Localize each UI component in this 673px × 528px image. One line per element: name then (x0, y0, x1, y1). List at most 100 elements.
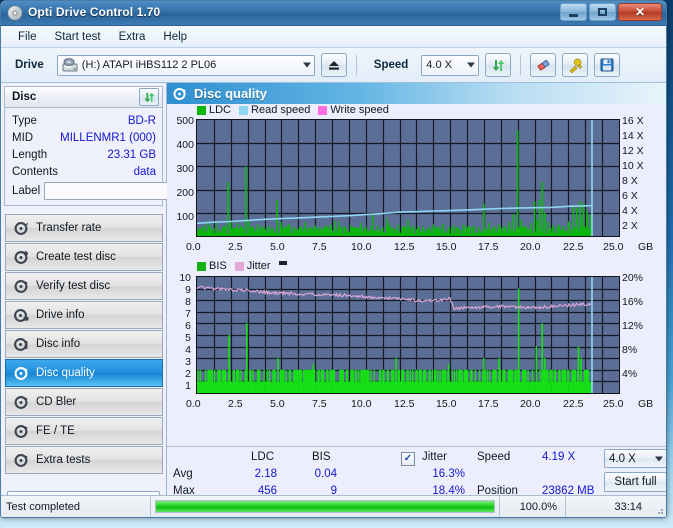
legend-label-bis: BIS (209, 260, 227, 272)
y2tick-6x: 6 X (622, 190, 638, 202)
ytick-6: 6 (185, 320, 191, 332)
disc-transfer-icon (14, 221, 29, 236)
start-full-button[interactable]: Start full (604, 472, 666, 492)
sidebar-item-create-test-disc[interactable]: Create test disc (5, 243, 163, 271)
disc-contents-value: data (133, 165, 156, 178)
drive-select[interactable]: (H:) ATAPI iHBS112 2 PL06 (56, 54, 315, 76)
xtick-5: 12.5 (394, 241, 415, 253)
app-window: Opti Drive Control 1.70 ✕ File Start tes… (0, 0, 667, 518)
xtick-8: 20.0 (520, 398, 541, 410)
chevron-down-icon (655, 456, 663, 461)
stats-speed-select[interactable]: 4.0 X (604, 449, 666, 468)
top-plot-area (196, 119, 620, 237)
sidebar-item-disc-quality[interactable]: Disc quality (5, 359, 163, 387)
ytick-9: 9 (185, 284, 191, 296)
window-buttons: ✕ (560, 3, 662, 21)
legend-swatch-read-speed (239, 105, 249, 115)
sidebar-item-extra-tests[interactable]: Extra tests (5, 446, 163, 474)
title-bar: Opti Drive Control 1.70 ✕ (1, 1, 666, 26)
xtick-0: 0.0 (186, 241, 201, 253)
content-header: Disc quality (167, 83, 666, 104)
sidebar-item-disc-info[interactable]: Disc info (5, 330, 163, 358)
stats-row-avg-label: Avg (173, 468, 193, 480)
legend-swatch-bis (197, 261, 206, 271)
maximize-icon (598, 8, 607, 16)
close-button[interactable]: ✕ (618, 3, 662, 21)
eraser-button[interactable] (530, 53, 557, 77)
ytick-300: 300 (176, 163, 194, 175)
menu-extra[interactable]: Extra (110, 29, 155, 45)
ytick-7: 7 (185, 308, 191, 320)
nav-list: Transfer rate Create test disc Verify te… (5, 214, 163, 474)
y2tick-4pct: 4% (622, 368, 638, 380)
xtick-4: 10.0 (351, 241, 372, 253)
xtick-10: 25.0 (603, 241, 624, 253)
minimize-button[interactable] (560, 3, 587, 21)
bottom-plot-area (196, 276, 620, 394)
y2tick-14x: 14 X (622, 130, 644, 142)
bis-jitter-chart: BIS Jitter 10 9 8 7 6 5 4 3 2 1 20% 16% … (167, 259, 666, 415)
disc-extra-icon (14, 453, 29, 468)
menu-start-test[interactable]: Start test (46, 29, 110, 45)
save-button[interactable] (594, 53, 621, 77)
minimize-icon (569, 13, 578, 17)
disc-panel-header: Disc (4, 86, 163, 108)
disc-info-row-mid: MID MILLENMR1 (000) (12, 129, 156, 146)
disc-label-label: Label (12, 184, 41, 197)
jitter-checkbox[interactable]: ✓ (401, 450, 415, 466)
ytick-400: 400 (176, 139, 194, 151)
eject-icon (327, 58, 341, 72)
stats-speed-select-value: 4.0 X (609, 452, 636, 465)
legend-swatch-jitter (234, 261, 244, 271)
sidebar-item-verify-test-disc[interactable]: Verify test disc (5, 272, 163, 300)
legend-entry-read-speed: Read speed (239, 104, 310, 116)
disc-refresh-button[interactable] (139, 88, 159, 106)
speed-value: 4.0 X (426, 59, 452, 71)
legend-swatch-ldc (197, 105, 206, 115)
ytick-3: 3 (185, 356, 191, 368)
disc-type-label: Type (12, 114, 37, 127)
y2tick-8x: 8 X (622, 175, 638, 187)
drive-info-icon (14, 308, 29, 323)
sidebar-item-fe-te[interactable]: FE / TE (5, 417, 163, 445)
y2tick-16x: 16 X (622, 115, 644, 127)
ytick-1: 1 (185, 380, 191, 392)
sidebar-item-label: Drive info (36, 309, 85, 321)
disc-info-row-label: Label (12, 180, 249, 201)
sidebar-item-label: Extra tests (36, 454, 91, 466)
close-icon: ✕ (634, 5, 646, 19)
legend-label-jitter: Jitter (246, 260, 271, 272)
speed-select[interactable]: 4.0 X (421, 54, 480, 76)
disc-length-value: 23.31 GB (107, 148, 156, 161)
refresh-button[interactable] (485, 53, 512, 77)
resize-grip-icon[interactable] (652, 496, 666, 517)
xtick-4: 10.0 (351, 398, 372, 410)
y2tick-10x: 10 X (622, 160, 644, 172)
ytick-200: 200 (176, 187, 194, 199)
stats-bis-avg: 0.04 (314, 468, 337, 480)
menu-file[interactable]: File (9, 29, 46, 45)
sidebar-item-drive-info[interactable]: Drive info (5, 301, 163, 329)
chevron-down-icon (302, 62, 311, 68)
disc-quality-icon (173, 87, 187, 101)
xtick-10: 25.0 (603, 398, 624, 410)
tools-button[interactable] (562, 53, 589, 77)
eject-button[interactable] (320, 53, 347, 77)
left-sidebar: Disc Type BD-R MID MILLENMR1 (000) Lengt… (1, 83, 249, 517)
drive-label: Drive (15, 59, 44, 71)
y2tick-4x: 4 X (622, 205, 638, 217)
sidebar-item-cd-bler[interactable]: CD Bler (5, 388, 163, 416)
stats-ldc-avg: 2.18 (254, 468, 277, 480)
xaxis-unit: GB (638, 398, 654, 410)
save-icon (600, 58, 614, 72)
menu-help[interactable]: Help (154, 29, 196, 45)
sidebar-item-label: CD Bler (36, 396, 77, 408)
disc-verify-icon (14, 279, 29, 294)
maximize-button[interactable] (589, 3, 616, 21)
sidebar-item-transfer-rate[interactable]: Transfer rate (5, 214, 163, 242)
y2tick-8pct: 8% (622, 344, 638, 356)
eraser-icon (535, 58, 551, 72)
legend-swatch-write-speed (318, 105, 328, 115)
window-title: Opti Drive Control 1.70 (28, 5, 161, 19)
y2tick-2x: 2 X (622, 220, 638, 232)
